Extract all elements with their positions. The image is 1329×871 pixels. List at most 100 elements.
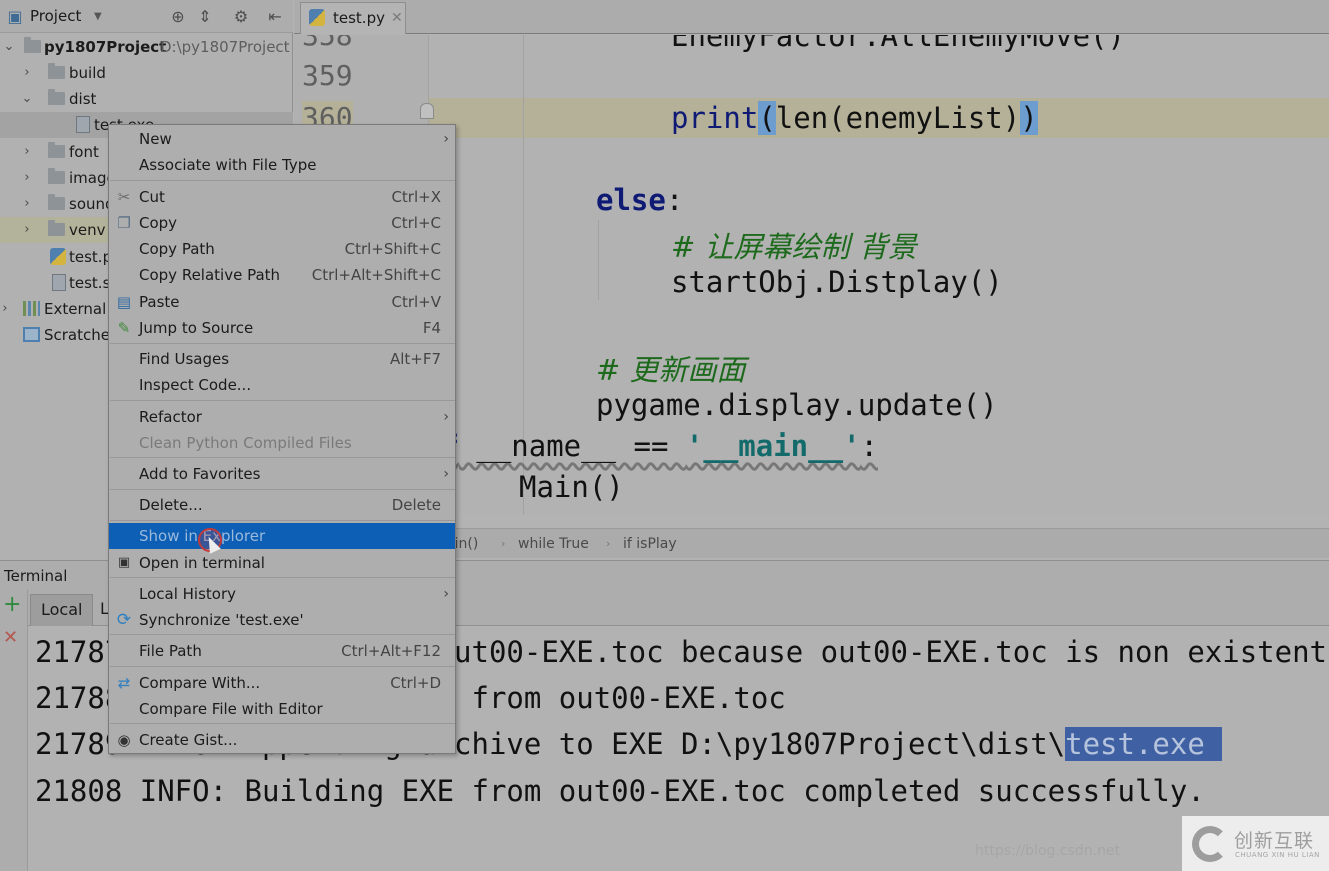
- menu-item-compare-with[interactable]: ⇄ Compare With... Ctrl+D: [109, 670, 455, 696]
- menu-item-local-history[interactable]: Local History ›: [109, 581, 455, 607]
- menu-separator: [110, 489, 455, 490]
- menu-item-associate-file-type[interactable]: Associate with File Type: [109, 152, 455, 178]
- chevron-right-icon: ›: [443, 131, 449, 147]
- menu-item-open-in-terminal[interactable]: ▣ Open in terminal: [109, 550, 455, 576]
- menu-item-label: File Path: [139, 642, 202, 660]
- project-view-selector[interactable]: Project: [30, 0, 81, 33]
- matched-bracket: ): [1020, 101, 1038, 135]
- breadcrumb-item[interactable]: while True: [518, 529, 589, 559]
- tree-root[interactable]: ⌄ py1807Project D:\py1807Project: [0, 34, 293, 60]
- code-line-358: EnemyFactor.AllEnemyMove(): [671, 35, 1125, 53]
- github-icon: ◉: [117, 731, 131, 749]
- menu-item-shortcut: F4: [422, 319, 441, 337]
- chevron-right-icon[interactable]: ›: [20, 191, 34, 217]
- plus-icon[interactable]: +: [3, 594, 21, 616]
- menu-item-add-to-favorites[interactable]: Add to Favorites ›: [109, 461, 455, 487]
- chevron-right-icon[interactable]: ›: [0, 296, 12, 322]
- editor-tab-bar: test.py ✕: [294, 0, 1329, 34]
- python-file-icon: [50, 248, 66, 265]
- menu-item-shortcut: Delete: [391, 496, 441, 514]
- menu-item-label: Inspect Code...: [139, 376, 252, 394]
- code-comment: # 让屏幕绘制 背景: [671, 230, 917, 264]
- chevron-right-icon: ›: [443, 466, 449, 482]
- close-icon[interactable]: ✕: [3, 628, 18, 648]
- menu-item-delete[interactable]: Delete... Delete: [109, 492, 455, 518]
- tree-item-build[interactable]: › build: [0, 60, 293, 86]
- code-token: print: [671, 101, 759, 135]
- menu-item-copy[interactable]: ❐ Copy Ctrl+C: [109, 210, 455, 236]
- menu-item-cut[interactable]: ✂ Cut Ctrl+X: [109, 184, 455, 210]
- menu-separator: [110, 577, 455, 578]
- code-string: '__main__': [685, 429, 861, 463]
- terminal-tab-local[interactable]: Local: [30, 594, 94, 626]
- menu-item-find-usages[interactable]: Find Usages Alt+F7: [109, 346, 455, 372]
- project-panel-header: ▣ Project ▼ ⊕ ⇕ ⚙ ⇤: [0, 0, 293, 33]
- menu-item-copy-path[interactable]: Copy Path Ctrl+Shift+C: [109, 236, 455, 262]
- chevron-down-icon[interactable]: ⌄: [2, 34, 16, 60]
- breadcrumb-item[interactable]: if isPlay: [623, 529, 677, 559]
- code-token: len(enemyList): [775, 101, 1021, 135]
- menu-item-refactor[interactable]: Refactor ›: [109, 404, 455, 430]
- chevron-right-icon[interactable]: ›: [20, 60, 34, 86]
- tab-test-py[interactable]: test.py ✕: [300, 2, 406, 34]
- scratch-icon: [23, 327, 40, 342]
- folder-icon: [48, 168, 65, 184]
- fold-marker-icon[interactable]: [420, 103, 434, 119]
- tree-label: dist: [69, 90, 97, 108]
- menu-item-label: Paste: [139, 293, 180, 311]
- close-icon[interactable]: ✕: [391, 3, 403, 33]
- menu-item-shortcut: Ctrl+Alt+F12: [341, 642, 441, 660]
- tree-label: build: [69, 64, 106, 82]
- collapse-all-icon[interactable]: ⇕: [196, 7, 214, 26]
- folder-icon: [48, 89, 65, 105]
- terminal-icon: ▣: [117, 555, 131, 570]
- gear-icon[interactable]: ⚙: [232, 7, 250, 26]
- menu-item-create-gist[interactable]: ◉ Create Gist...: [109, 727, 455, 753]
- menu-item-new[interactable]: New ›: [109, 126, 455, 152]
- menu-separator: [110, 180, 455, 181]
- menu-item-label: Compare File with Editor: [139, 700, 323, 718]
- watermark: 创新互联 CHUANG XIN HU LIAN: [1182, 816, 1329, 871]
- menu-item-shortcut: Ctrl+D: [390, 674, 441, 692]
- folder-icon: [48, 63, 65, 79]
- chevron-right-icon: ›: [443, 409, 449, 425]
- menu-item-label: Local History: [139, 585, 237, 603]
- chevron-right-icon[interactable]: ›: [20, 139, 34, 165]
- menu-item-label: Refactor: [139, 408, 202, 426]
- menu-item-compare-file-with-editor[interactable]: Compare File with Editor: [109, 696, 455, 722]
- menu-item-file-path[interactable]: File Path Ctrl+Alt+F12: [109, 638, 455, 664]
- code-token: __name__ ==: [458, 429, 686, 463]
- menu-item-label: Compare With...: [139, 674, 261, 692]
- menu-item-paste[interactable]: ▤ Paste Ctrl+V: [109, 289, 455, 315]
- matched-bracket: (: [758, 101, 776, 135]
- menu-item-copy-relative-path[interactable]: Copy Relative Path Ctrl+Alt+Shift+C: [109, 262, 455, 288]
- brand-logo-icon: [1192, 826, 1228, 862]
- menu-item-label: New: [139, 130, 172, 148]
- menu-separator: [110, 520, 455, 521]
- folder-icon: [48, 220, 65, 236]
- chevron-right-icon[interactable]: ›: [20, 165, 34, 191]
- locate-icon[interactable]: ⊕: [169, 7, 187, 26]
- selected-text: test.exe: [1065, 727, 1205, 761]
- chevron-down-icon[interactable]: ⌄: [20, 86, 34, 112]
- code-line-main-call: Main(): [519, 470, 624, 504]
- menu-separator: [110, 723, 455, 724]
- hide-panel-icon[interactable]: ⇤: [266, 7, 284, 26]
- tab-label: test.py: [333, 9, 385, 27]
- menu-item-inspect-code[interactable]: Inspect Code...: [109, 372, 455, 398]
- terminal-title: Terminal: [4, 567, 68, 585]
- tree-label: venv: [69, 221, 106, 239]
- chevron-right-icon[interactable]: ›: [20, 217, 34, 243]
- code-line-else: else:: [596, 183, 683, 217]
- menu-item-synchronize[interactable]: ⟳ Synchronize 'test.exe': [109, 607, 455, 633]
- chevron-down-icon[interactable]: ▼: [94, 0, 102, 33]
- tree-item-dist[interactable]: ⌄ dist: [0, 86, 293, 112]
- terminal-line: 21808 INFO: Building EXE from out00-EXE.…: [35, 774, 1205, 808]
- menu-item-jump-to-source[interactable]: ✎ Jump to Source F4: [109, 315, 455, 341]
- menu-item-show-in-explorer[interactable]: Show in Explorer: [109, 523, 455, 549]
- line-number: 359: [302, 59, 353, 92]
- indent-guide: [598, 220, 599, 300]
- compare-icon: ⇄: [117, 674, 131, 692]
- copy-icon: ❐: [117, 214, 131, 232]
- menu-separator: [110, 666, 455, 667]
